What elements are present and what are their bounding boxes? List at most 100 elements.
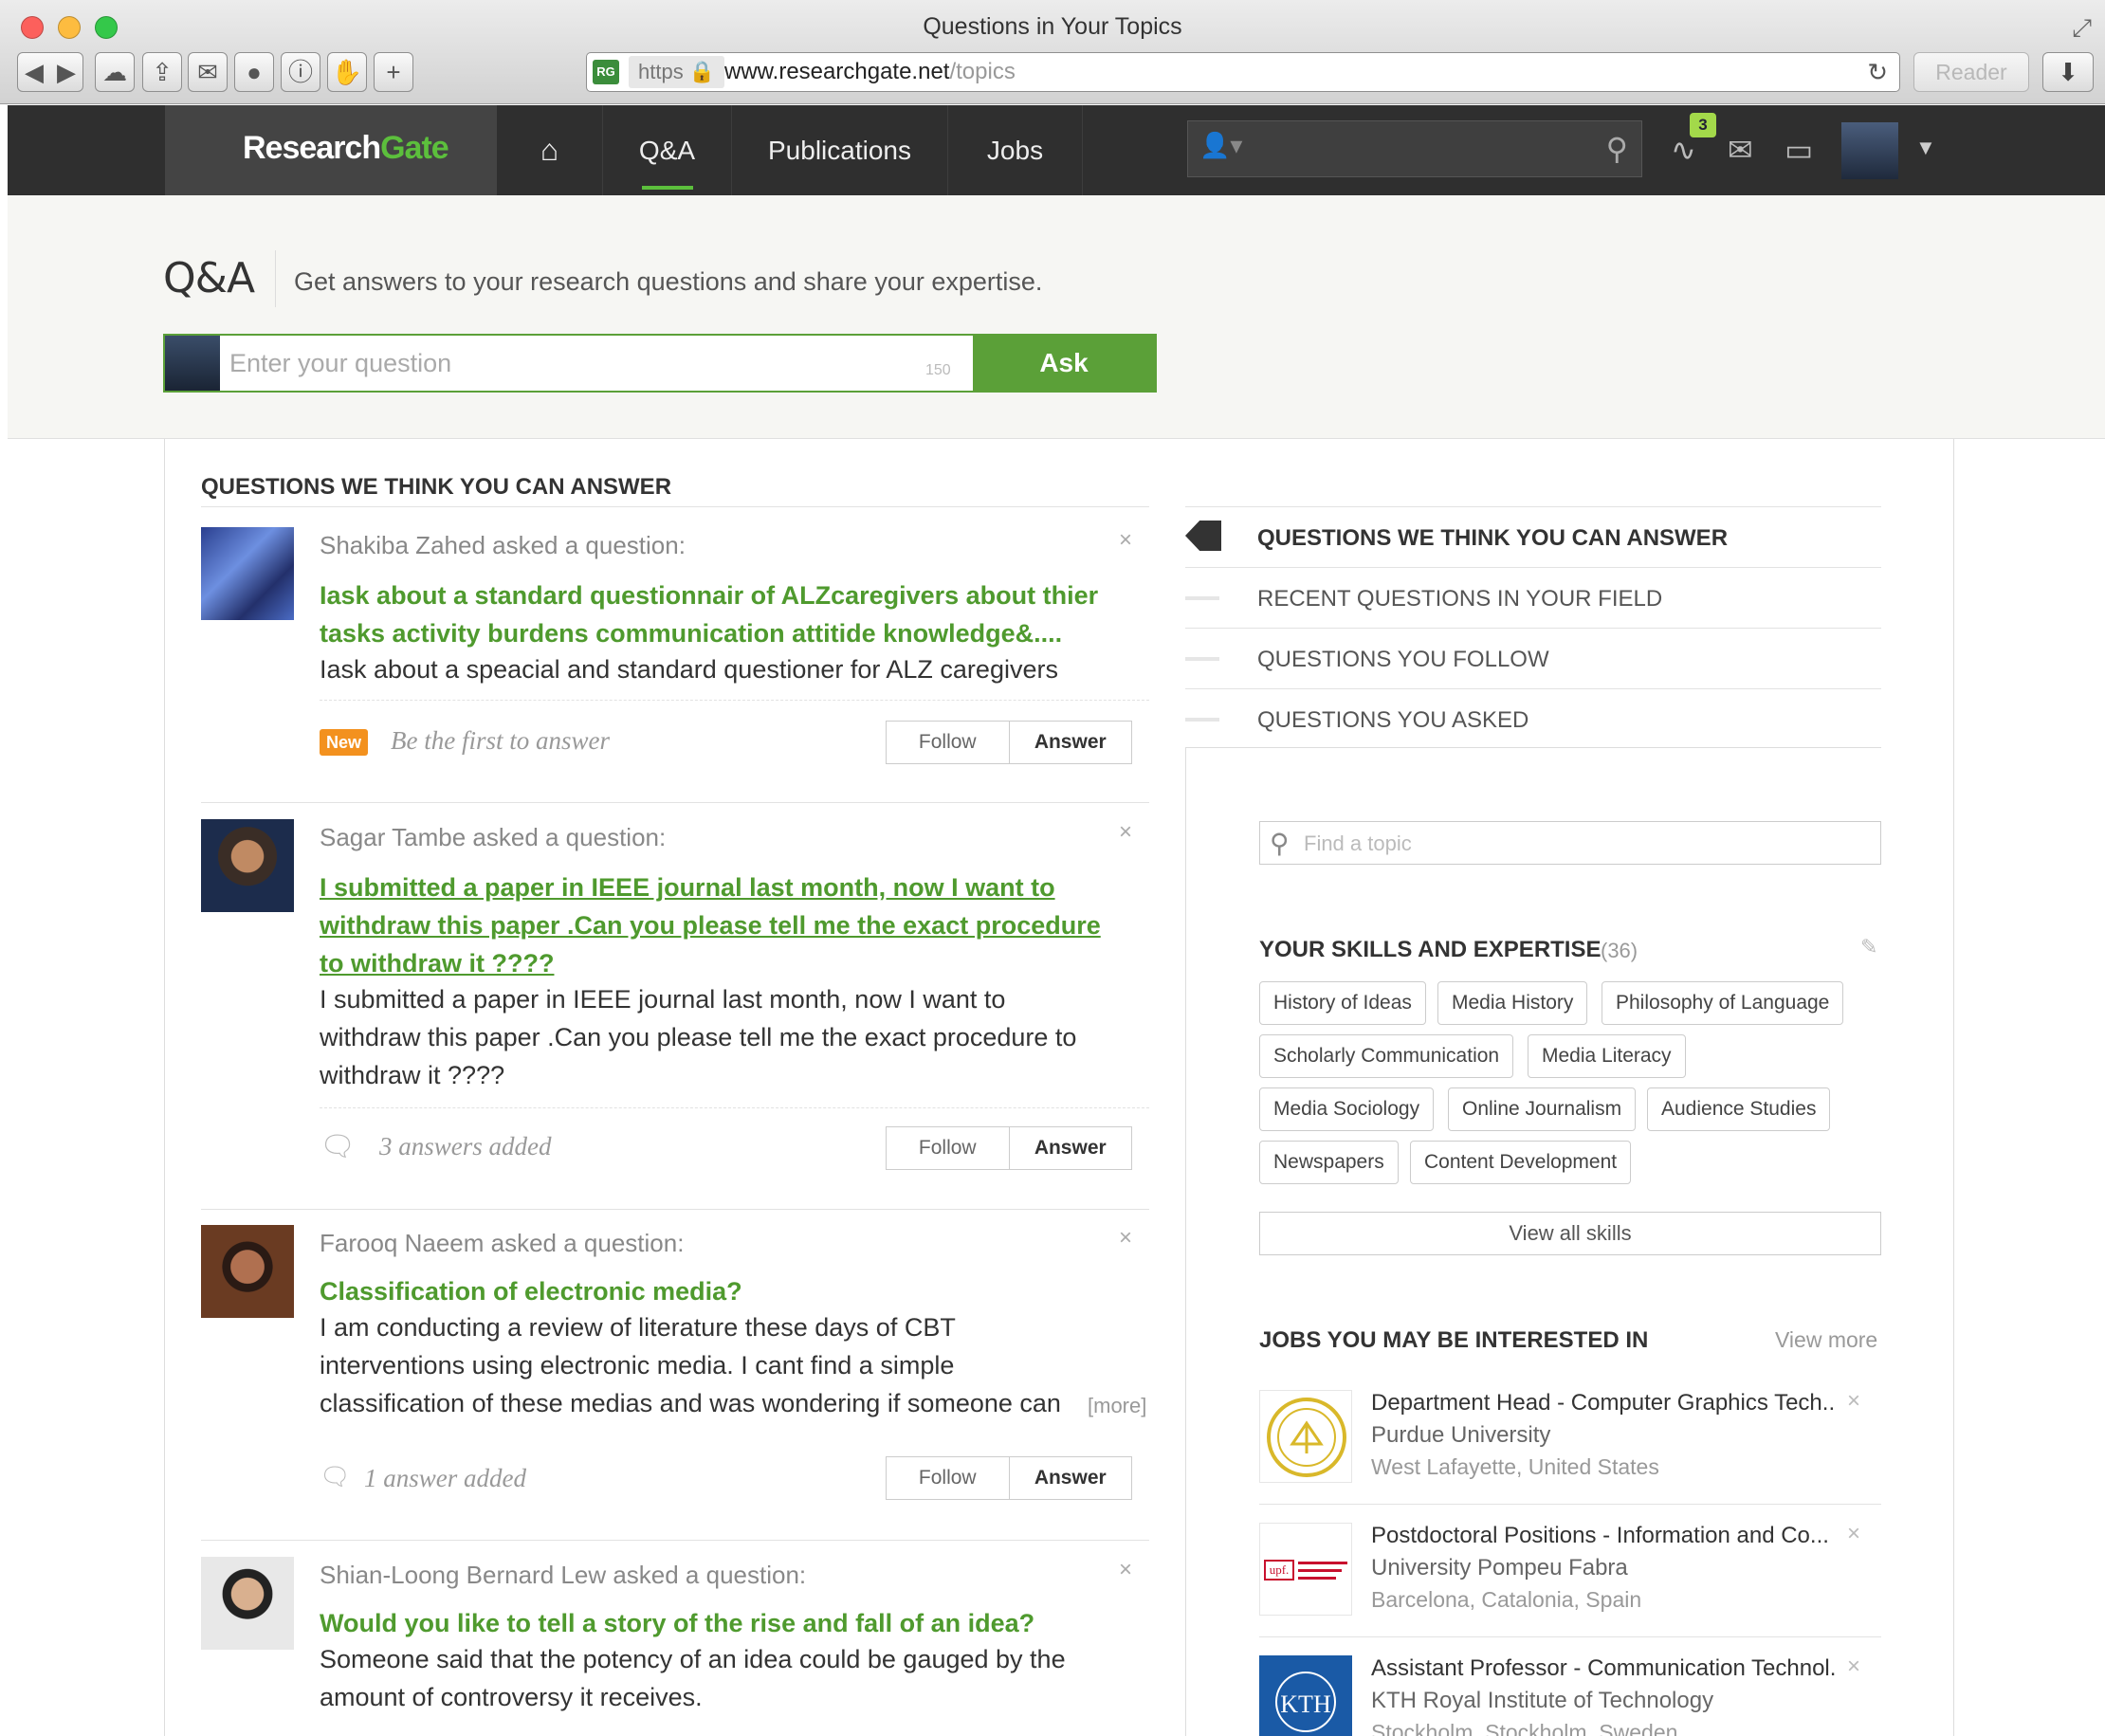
fullscreen-icon[interactable]: ⤢ — [2072, 13, 2092, 44]
share-icon: ⇪ — [152, 58, 173, 86]
reader-button[interactable]: Reader — [1913, 52, 2029, 92]
skill-tag[interactable]: History of Ideas — [1259, 981, 1426, 1025]
sidebar-item-follow[interactable]: QUESTIONS YOU FOLLOW — [1185, 628, 1881, 688]
answer-button[interactable]: Answer — [1008, 1457, 1132, 1499]
skill-tag[interactable]: Media History — [1437, 981, 1588, 1025]
job-organization: University Pompeu Fabra — [1371, 1555, 1628, 1581]
logo-block[interactable]: ResearchGate — [165, 105, 497, 195]
question-input[interactable] — [229, 345, 912, 381]
close-icon[interactable]: × — [1847, 1654, 1860, 1680]
close-icon[interactable]: × — [1119, 819, 1132, 846]
answer-button[interactable]: Answer — [1008, 722, 1132, 763]
sidebar-item-asked[interactable]: QUESTIONS YOU ASKED — [1185, 688, 1881, 749]
mail-button[interactable]: ✉ — [188, 52, 228, 92]
qa-header: Q&A Get answers to your research questio… — [8, 195, 2105, 439]
nav-jobs[interactable]: Jobs — [948, 105, 1083, 195]
new-badge: New — [320, 729, 369, 756]
skill-tag[interactable]: Media Sociology — [1259, 1087, 1435, 1131]
url-text[interactable]: www.researchgate.net/topics — [724, 53, 1016, 91]
question-body: Someone said that the potency of an idea… — [320, 1640, 1126, 1716]
new-tab-button[interactable]: + — [374, 52, 413, 92]
asker-avatar[interactable] — [201, 1225, 294, 1318]
person-filter-icon[interactable]: 👤▾ — [1199, 131, 1242, 160]
sidebar-item-label: QUESTIONS YOU ASKED — [1257, 707, 1529, 733]
extension-button-3[interactable]: ✋ — [327, 52, 367, 92]
question-title[interactable]: Classification of electronic media? — [320, 1272, 1116, 1310]
skill-tag[interactable]: Philosophy of Language — [1602, 981, 1844, 1025]
sidebar-item-can-answer[interactable]: QUESTIONS WE THINK YOU CAN ANSWER — [1185, 506, 1881, 567]
ask-button[interactable]: Ask — [973, 336, 1155, 391]
view-all-skills-button[interactable]: View all skills — [1259, 1212, 1881, 1255]
skill-tag[interactable]: Scholarly Communication — [1259, 1034, 1514, 1078]
close-icon[interactable]: × — [1119, 527, 1132, 554]
question-body-line: Someone said that the potency of an idea… — [320, 1645, 1066, 1673]
job-title[interactable]: Department Head - Computer Graphics Tech… — [1371, 1390, 1836, 1416]
address-bar[interactable]: RG https 🔒 www.researchgate.net/topics ↻ — [586, 52, 1900, 92]
asker-avatar[interactable] — [201, 819, 294, 912]
page-tagline: Get answers to your research questions a… — [294, 267, 1043, 296]
chevron-down-icon[interactable]: ▼ — [1915, 136, 1936, 160]
asker-avatar[interactable] — [201, 527, 294, 620]
answers-chat-icon: 🗨 — [320, 1131, 357, 1162]
answer-status[interactable]: 3 answers added — [379, 1132, 552, 1161]
hand-icon: ✋ — [331, 58, 363, 86]
messages-icon[interactable]: ✉ — [1728, 132, 1753, 168]
question-body-line: I submitted a paper in IEEE journal last… — [320, 985, 1006, 1014]
download-icon: ⬇ — [2058, 58, 2078, 86]
chat-icon[interactable]: ▭ — [1785, 132, 1813, 168]
close-icon[interactable]: × — [1119, 1557, 1132, 1583]
back-forward-buttons[interactable]: ◀ ▶ — [17, 52, 83, 92]
skill-tag[interactable]: Media Literacy — [1528, 1034, 1686, 1078]
cloud-icon: ☁ — [102, 58, 127, 86]
sidebar-item-label: QUESTIONS YOU FOLLOW — [1257, 647, 1549, 672]
follow-button[interactable]: Follow — [887, 1127, 1009, 1169]
job-title[interactable]: Assistant Professor - Communication Tech… — [1371, 1655, 1836, 1682]
edit-pencil-icon[interactable]: ✎ — [1860, 935, 1877, 959]
question-title[interactable]: Iask about a standard questionnair of AL… — [320, 576, 1116, 652]
question-asker: Farooq Naeem asked a question: — [320, 1229, 685, 1257]
https-indicator[interactable]: https 🔒 — [629, 56, 725, 88]
follow-button[interactable]: Follow — [887, 722, 1009, 763]
question-body: I am conducting a review of literature t… — [320, 1308, 1078, 1422]
extension-button-2[interactable]: ⓘ — [281, 52, 320, 92]
reload-icon[interactable]: ↻ — [1867, 53, 1888, 91]
nav-qa[interactable]: Q&A — [603, 105, 732, 195]
share-button[interactable]: ⇪ — [142, 52, 182, 92]
forward-icon[interactable]: ▶ — [50, 53, 82, 91]
downloads-button[interactable]: ⬇ — [2042, 52, 2094, 92]
asker-avatar[interactable] — [201, 1557, 294, 1650]
nav-home[interactable]: ⌂ — [497, 105, 603, 195]
skill-tag[interactable]: Newspapers — [1259, 1141, 1399, 1184]
skill-tag[interactable]: Audience Studies — [1647, 1087, 1831, 1131]
close-icon[interactable]: × — [1847, 1521, 1860, 1547]
question-actions: Follow Answer — [886, 1126, 1132, 1170]
skills-count: (36) — [1601, 939, 1638, 962]
question-title[interactable]: I submitted a paper in IEEE journal last… — [320, 868, 1116, 982]
researchgate-logo[interactable]: ResearchGate — [243, 130, 449, 167]
search-icon[interactable]: ⚲ — [1606, 131, 1628, 167]
question-body: Iask about a speacial and standard quest… — [320, 650, 1126, 688]
nav-publications[interactable]: Publications — [732, 105, 948, 195]
question-title-line: tasks activity burdens communication att… — [320, 619, 1063, 648]
follow-button[interactable]: Follow — [887, 1457, 1009, 1499]
jobs-heading: JOBS YOU MAY BE INTERESTED IN — [1259, 1327, 1649, 1353]
job-title[interactable]: Postdoctoral Positions - Information and… — [1371, 1523, 1836, 1549]
close-icon[interactable]: × — [1847, 1388, 1860, 1415]
question-title-line: Classification of electronic media? — [320, 1277, 742, 1306]
close-icon[interactable]: × — [1119, 1225, 1132, 1252]
site-search-input[interactable]: 👤▾ ⚲ — [1187, 120, 1642, 177]
logo-gate-text: Gate — [380, 130, 449, 166]
extension-button-1[interactable]: ● — [234, 52, 274, 92]
user-avatar[interactable] — [1841, 122, 1898, 179]
answer-button[interactable]: Answer — [1008, 1127, 1132, 1169]
sidebar-item-recent[interactable]: RECENT QUESTIONS IN YOUR FIELD — [1185, 567, 1881, 628]
view-more-jobs-link[interactable]: View more — [1775, 1327, 1877, 1353]
skill-tag[interactable]: Online Journalism — [1448, 1087, 1637, 1131]
icloud-tabs-button[interactable]: ☁ — [95, 52, 135, 92]
more-link[interactable]: [more] — [1088, 1394, 1146, 1418]
answer-status[interactable]: 1 answer added — [364, 1464, 526, 1493]
question-title[interactable]: Would you like to tell a story of the ri… — [320, 1604, 1116, 1642]
back-icon[interactable]: ◀ — [18, 53, 50, 91]
skill-tag[interactable]: Content Development — [1410, 1141, 1632, 1184]
topic-search-input[interactable] — [1304, 830, 1854, 858]
